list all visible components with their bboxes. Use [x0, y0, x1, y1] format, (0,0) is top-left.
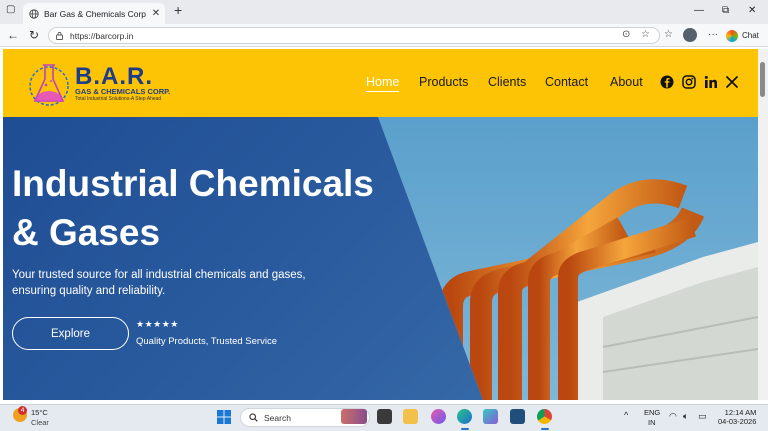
browser-tab[interactable]: Bar Gas & Chemicals Corp - Indus ✕ — [23, 3, 165, 24]
favorites-icon[interactable]: ☆ — [664, 29, 673, 40]
favorite-star-icon[interactable]: ☆ — [641, 29, 650, 40]
chrome-active-indicator — [541, 428, 549, 430]
hero-section: Industrial Chemicals & Gases Your truste… — [3, 117, 758, 400]
minimize-icon[interactable]: — — [694, 5, 704, 16]
copilot-chat-button[interactable]: Chat — [726, 28, 759, 43]
hero-subtitle-line1: Your trusted source for all industrial c… — [12, 269, 306, 281]
taskbar-clock[interactable]: 12:14 AM 04-03-2026 — [718, 408, 756, 426]
address-bar[interactable]: https://barcorp.in — [48, 27, 660, 44]
more-options-icon[interactable]: ··· — [708, 29, 718, 40]
site-header: B.A.R. GAS & CHEMICALS CORP. Total Indus… — [3, 49, 758, 117]
clock-date: 04-03-2026 — [718, 417, 757, 426]
wifi-icon[interactable]: ◠ — [669, 411, 677, 422]
lock-icon[interactable] — [55, 31, 64, 40]
hero-subtitle-line2: ensuring quality and reliability. — [12, 285, 166, 297]
window-close-icon[interactable]: ✕ — [748, 5, 756, 16]
task-view-icon[interactable] — [377, 409, 392, 424]
refresh-icon[interactable]: ↻ — [29, 28, 39, 42]
chrome-icon[interactable] — [537, 409, 552, 424]
weather-condition[interactable]: Clear — [31, 418, 49, 427]
web-page: B.A.R. GAS & CHEMICALS CORP. Total Indus… — [3, 49, 758, 400]
close-tab-icon[interactable]: ✕ — [151, 8, 161, 19]
hero-pipes-image — [378, 117, 758, 400]
windows-start-icon[interactable] — [217, 410, 231, 424]
search-icon — [249, 413, 258, 422]
nav-products[interactable]: Products — [419, 75, 468, 89]
instagram-icon[interactable] — [682, 75, 696, 89]
reader-mode-icon[interactable]: ⊙ — [622, 29, 630, 40]
url-text: https://barcorp.in — [70, 30, 134, 41]
nav-about[interactable]: About — [610, 75, 643, 89]
nav-clients[interactable]: Clients — [488, 75, 526, 89]
copilot-icon — [726, 29, 738, 42]
explore-button[interactable]: Explore — [12, 317, 129, 350]
show-hidden-icons-icon[interactable]: ^ — [624, 410, 628, 420]
x-twitter-icon[interactable] — [725, 75, 739, 89]
rating-stars: ★★★★★ — [136, 319, 179, 329]
facebook-icon[interactable] — [660, 75, 674, 89]
language-line2[interactable]: IN — [648, 418, 656, 427]
file-explorer-icon[interactable] — [403, 409, 418, 424]
brand-tagline: Total Industrial Solutions-A Step Ahead — [75, 96, 162, 102]
hero-title-line2: & Gases — [12, 212, 161, 253]
back-icon[interactable]: ← — [7, 28, 19, 42]
search-label: Search — [264, 412, 291, 423]
rating-caption: Quality Products, Trusted Service — [136, 336, 277, 347]
hero-title-line1: Industrial Chemicals — [12, 163, 374, 204]
photos-app-icon[interactable] — [510, 409, 525, 424]
language-line1[interactable]: ENG — [644, 408, 660, 417]
globe-icon — [29, 8, 39, 19]
flask-logo-icon[interactable] — [27, 57, 71, 109]
scrollbar-thumb[interactable] — [760, 62, 765, 97]
search-highlight-icon[interactable] — [341, 409, 367, 424]
linkedin-icon[interactable] — [704, 75, 718, 89]
microsoft-store-icon[interactable] — [483, 409, 498, 424]
weather-badge: 4 — [18, 406, 27, 415]
copilot-app-icon[interactable] — [431, 409, 446, 424]
volume-icon[interactable]: 🔈︎ — [683, 411, 688, 422]
weather-temperature[interactable]: 15°C — [31, 408, 48, 417]
new-tab-button[interactable]: + — [174, 2, 182, 18]
tab-actions-icon[interactable]: ▢ — [6, 4, 15, 15]
battery-icon[interactable]: ▭ — [698, 411, 707, 422]
clock-time: 12:14 AM — [724, 408, 757, 417]
page-scrollbar[interactable] — [758, 49, 768, 400]
edge-active-indicator — [461, 428, 469, 430]
nav-contact[interactable]: Contact — [545, 75, 588, 89]
nav-home[interactable]: Home — [366, 75, 400, 92]
profile-avatar[interactable] — [683, 28, 697, 42]
brand-subtitle: GAS & CHEMICALS CORP. — [75, 87, 171, 96]
tab-title: Bar Gas & Chemicals Corp - Indus — [44, 8, 146, 19]
chat-label: Chat — [742, 31, 759, 40]
restore-icon[interactable]: ⧉ — [722, 5, 729, 16]
edge-icon[interactable] — [457, 409, 472, 424]
